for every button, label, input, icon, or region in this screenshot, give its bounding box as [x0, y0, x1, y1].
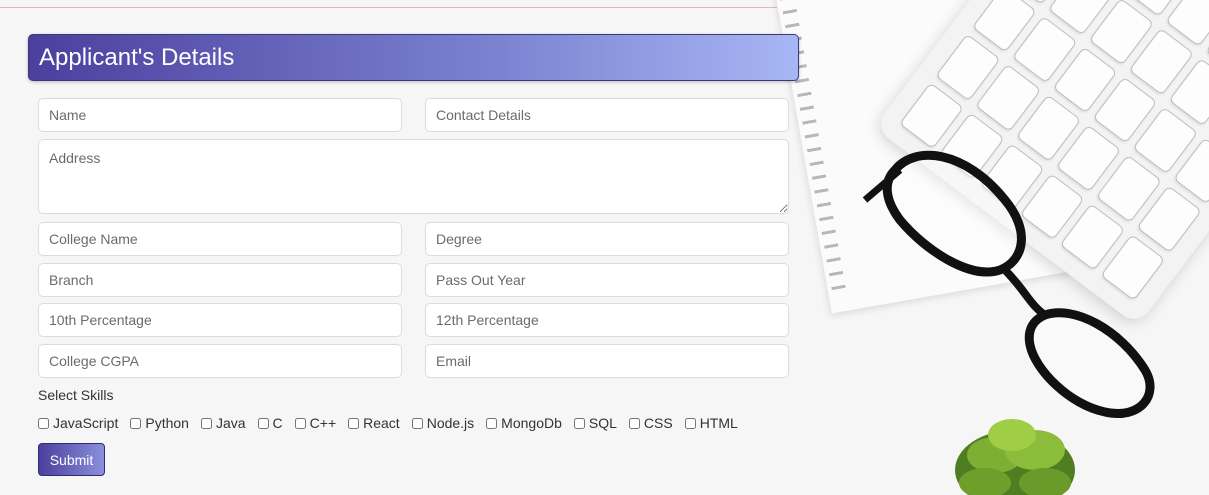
skill-label: Java	[215, 415, 246, 431]
skill-label: Node.js	[426, 415, 475, 431]
tenth-percentage-input[interactable]	[38, 303, 402, 337]
degree-input[interactable]	[425, 222, 789, 256]
skill-checkbox[interactable]	[628, 417, 640, 429]
skill-checkbox[interactable]	[257, 417, 269, 429]
skill-checkbox[interactable]	[38, 417, 49, 429]
pass-out-year-input[interactable]	[425, 263, 789, 297]
skill-label: C++	[309, 415, 337, 431]
eyeglasses-image	[862, 150, 1155, 418]
skill-label: MongoDb	[501, 415, 562, 431]
email-input[interactable]	[425, 344, 789, 378]
skill-checkbox[interactable]	[294, 417, 306, 429]
address-textarea[interactable]	[38, 139, 789, 214]
skill-html[interactable]: HTML	[684, 415, 738, 431]
skill-react[interactable]: React	[348, 415, 400, 431]
skill-nodejs[interactable]: Node.js	[411, 415, 475, 431]
skill-c[interactable]: C	[257, 415, 283, 431]
submit-button[interactable]: Submit	[38, 443, 105, 476]
skill-checkbox[interactable]	[486, 417, 498, 429]
skill-css[interactable]: CSS	[628, 415, 673, 431]
college-name-input[interactable]	[38, 222, 402, 256]
skill-checkbox[interactable]	[573, 417, 585, 429]
skill-cpp[interactable]: C++	[294, 415, 337, 431]
skill-mongodb[interactable]: MongoDb	[486, 415, 562, 431]
skill-label: JavaScript	[53, 415, 119, 431]
skill-label: CSS	[643, 415, 673, 431]
skill-java[interactable]: Java	[200, 415, 246, 431]
succulent-plant-image	[955, 419, 1075, 495]
skill-label: Python	[145, 415, 189, 431]
contact-details-input[interactable]	[425, 98, 789, 132]
branch-input[interactable]	[38, 263, 402, 297]
skill-javascript[interactable]: JavaScript	[38, 415, 118, 431]
skill-sql[interactable]: SQL	[573, 415, 617, 431]
skill-checkbox[interactable]	[200, 417, 212, 429]
skill-label: React	[363, 415, 400, 431]
skill-label: HTML	[699, 415, 738, 431]
skills-checkbox-group: JavaScript Python Java C C++ React Node.…	[38, 415, 750, 431]
desk-background-image	[770, 0, 1209, 495]
form-title: Applicant's Details	[39, 44, 235, 71]
skill-checkbox[interactable]	[348, 417, 360, 429]
skill-checkbox[interactable]	[130, 417, 142, 429]
name-input[interactable]	[38, 98, 402, 132]
skill-python[interactable]: Python	[130, 415, 189, 431]
skill-checkbox[interactable]	[684, 417, 696, 429]
twelfth-percentage-input[interactable]	[425, 303, 789, 337]
skill-label: SQL	[588, 415, 617, 431]
skills-label: Select Skills	[38, 387, 114, 403]
form-header: Applicant's Details	[28, 34, 799, 81]
skill-checkbox[interactable]	[411, 417, 423, 429]
college-cgpa-input[interactable]	[38, 344, 402, 378]
skill-label: C	[272, 415, 283, 431]
